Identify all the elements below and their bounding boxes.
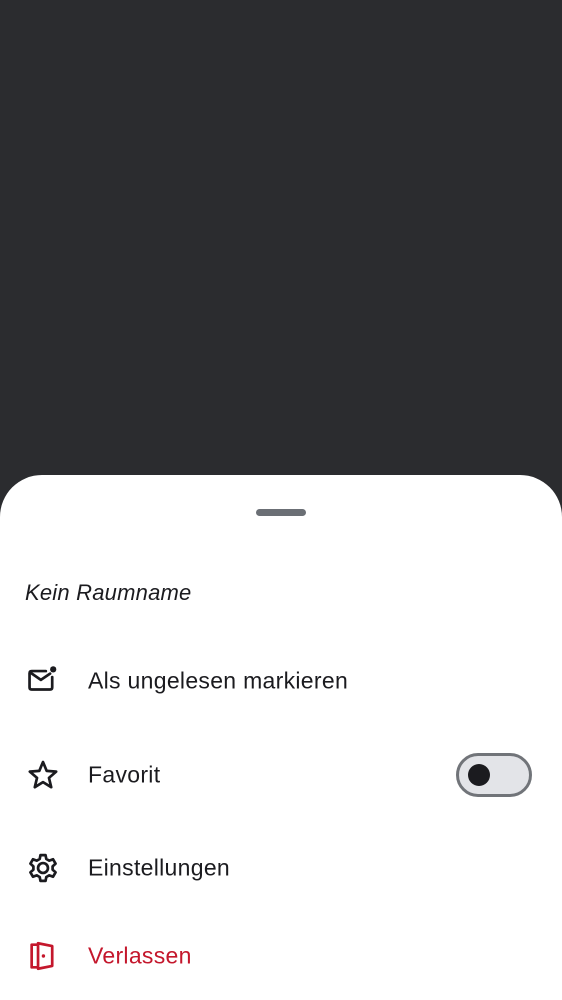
room-name-title: Kein Raumname <box>25 580 192 605</box>
bottom-sheet: Kein Raumname Als ungelesen markieren Fa… <box>0 475 562 1000</box>
gear-icon <box>24 849 62 887</box>
menu-item-leave[interactable]: Verlassen <box>0 916 562 996</box>
favorite-toggle[interactable] <box>456 753 532 797</box>
mark-unread-label: Als ungelesen markieren <box>88 667 349 694</box>
star-icon <box>24 756 62 794</box>
favorite-label: Favorit <box>88 761 161 788</box>
mark-unread-icon <box>24 662 62 700</box>
menu-item-settings[interactable]: Einstellungen <box>0 828 562 908</box>
menu-item-favorite[interactable]: Favorit <box>0 735 562 815</box>
leave-label: Verlassen <box>88 942 192 969</box>
settings-label: Einstellungen <box>88 854 231 881</box>
leave-door-icon <box>24 937 62 975</box>
background-scrim[interactable] <box>0 0 562 475</box>
menu-item-mark-unread[interactable]: Als ungelesen markieren <box>0 641 562 721</box>
toggle-knob <box>468 764 490 786</box>
drag-handle[interactable] <box>256 509 306 516</box>
